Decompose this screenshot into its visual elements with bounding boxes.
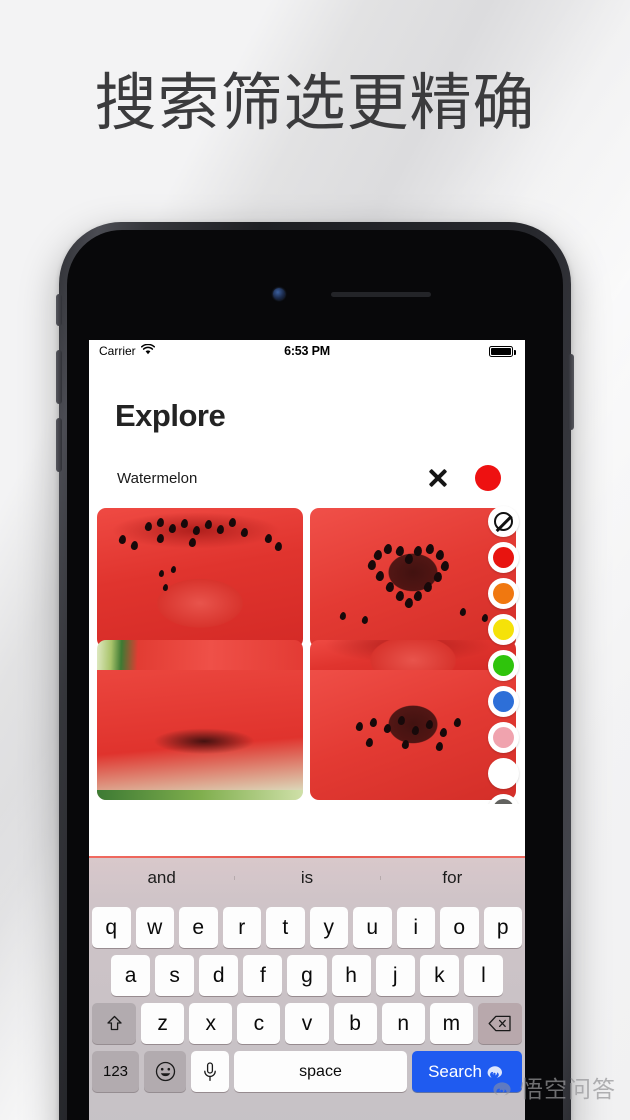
- key-x[interactable]: x: [189, 1003, 233, 1044]
- watermark: 悟空问答: [489, 1070, 616, 1104]
- keyboard-row-4: 123 space Search: [89, 1051, 525, 1092]
- backspace-delete-icon: [488, 1015, 512, 1032]
- key-y[interactable]: y: [309, 907, 348, 948]
- phone-screen: Carrier 6:53 PM Explore Watermelon and i…: [89, 340, 525, 1120]
- seed-cluster: [97, 508, 303, 648]
- keyboard-row-1: q w e r t y u i o p: [89, 907, 525, 948]
- color-option-blue[interactable]: [488, 686, 519, 717]
- key-k[interactable]: k: [419, 955, 459, 996]
- emoji-smiley-icon[interactable]: [144, 1051, 186, 1092]
- result-image-2[interactable]: [310, 508, 516, 648]
- key-o[interactable]: o: [440, 907, 479, 948]
- keyboard-row-3: z x c v b n m: [89, 1003, 525, 1044]
- key-v[interactable]: v: [285, 1003, 329, 1044]
- predictive-suggestion-bar: and is for: [89, 856, 525, 900]
- color-option-red[interactable]: [488, 542, 519, 573]
- status-bar-right: [489, 345, 516, 357]
- explore-heading: Explore: [115, 398, 226, 433]
- key-p[interactable]: p: [483, 907, 522, 948]
- front-camera-icon: [273, 288, 285, 300]
- key-a[interactable]: a: [111, 955, 151, 996]
- key-u[interactable]: u: [353, 907, 392, 948]
- key-n[interactable]: n: [381, 1003, 425, 1044]
- space-key[interactable]: space: [234, 1051, 407, 1092]
- microphone-icon[interactable]: [191, 1051, 229, 1092]
- battery-full-icon: [489, 345, 516, 357]
- backspace-key[interactable]: [477, 1003, 522, 1044]
- search-bar[interactable]: Watermelon: [89, 452, 525, 504]
- key-m[interactable]: m: [429, 1003, 473, 1044]
- result-image-6[interactable]: [310, 640, 516, 670]
- status-bar: Carrier 6:53 PM: [89, 340, 525, 362]
- color-option-yellow[interactable]: [488, 614, 519, 645]
- key-c[interactable]: c: [237, 1003, 281, 1044]
- selected-color-swatch[interactable]: [475, 465, 501, 491]
- color-filter-strip[interactable]: [488, 506, 519, 804]
- result-image-5[interactable]: [97, 640, 303, 670]
- key-f[interactable]: f: [243, 955, 283, 996]
- key-z[interactable]: z: [141, 1003, 185, 1044]
- key-e[interactable]: e: [179, 907, 218, 948]
- key-d[interactable]: d: [199, 955, 239, 996]
- key-j[interactable]: j: [375, 955, 415, 996]
- key-s[interactable]: s: [155, 955, 195, 996]
- mute-switch[interactable]: [56, 294, 62, 326]
- keyboard-row-2: a s d f g h j k l: [89, 955, 525, 996]
- key-b[interactable]: b: [333, 1003, 377, 1044]
- color-option-green[interactable]: [488, 650, 519, 681]
- color-option-orange[interactable]: [488, 578, 519, 609]
- key-q[interactable]: q: [92, 907, 131, 948]
- numbers-key[interactable]: 123: [92, 1051, 139, 1092]
- heart-seed-outline: [310, 508, 516, 648]
- wukong-logo-icon: [489, 1078, 515, 1096]
- status-bar-clock: 6:53 PM: [284, 344, 330, 358]
- volume-up-button[interactable]: [56, 350, 62, 404]
- key-g[interactable]: g: [287, 955, 327, 996]
- search-key-label: Search: [428, 1061, 482, 1081]
- rind-edge: [97, 789, 303, 800]
- results-grid-partial-row: [97, 640, 517, 670]
- power-button[interactable]: [568, 354, 574, 430]
- color-option-none[interactable]: [488, 506, 519, 537]
- color-option-gray[interactable]: [488, 794, 519, 804]
- on-screen-keyboard: and is for q w e r t y u i o p a s d f g…: [89, 856, 525, 1120]
- key-t[interactable]: t: [266, 907, 305, 948]
- earpiece-speaker-icon: [331, 292, 431, 297]
- prediction-1[interactable]: and: [89, 868, 234, 888]
- key-i[interactable]: i: [396, 907, 435, 948]
- mic-glyph: [203, 1061, 217, 1082]
- shift-up-arrow-icon: [106, 1015, 123, 1032]
- result-image-3[interactable]: [97, 659, 303, 800]
- key-h[interactable]: h: [331, 955, 371, 996]
- color-option-white[interactable]: [488, 758, 519, 789]
- volume-down-button[interactable]: [56, 418, 62, 472]
- seed-cluster: [310, 660, 516, 800]
- prediction-2[interactable]: is: [234, 868, 379, 888]
- key-l[interactable]: l: [463, 955, 503, 996]
- prediction-3[interactable]: for: [379, 868, 525, 888]
- result-image-1[interactable]: [97, 508, 303, 648]
- shift-key[interactable]: [92, 1003, 136, 1044]
- result-image-4[interactable]: [310, 659, 516, 800]
- close-x-icon[interactable]: [423, 463, 453, 493]
- phone-mockup: Carrier 6:53 PM Explore Watermelon and i…: [56, 222, 574, 1120]
- color-option-pink[interactable]: [488, 722, 519, 753]
- watermark-text: 悟空问答: [520, 1077, 616, 1103]
- key-w[interactable]: w: [135, 907, 174, 948]
- search-input[interactable]: Watermelon: [117, 470, 423, 487]
- page-title: 搜索筛选更精确: [94, 66, 536, 139]
- key-r[interactable]: r: [222, 907, 261, 948]
